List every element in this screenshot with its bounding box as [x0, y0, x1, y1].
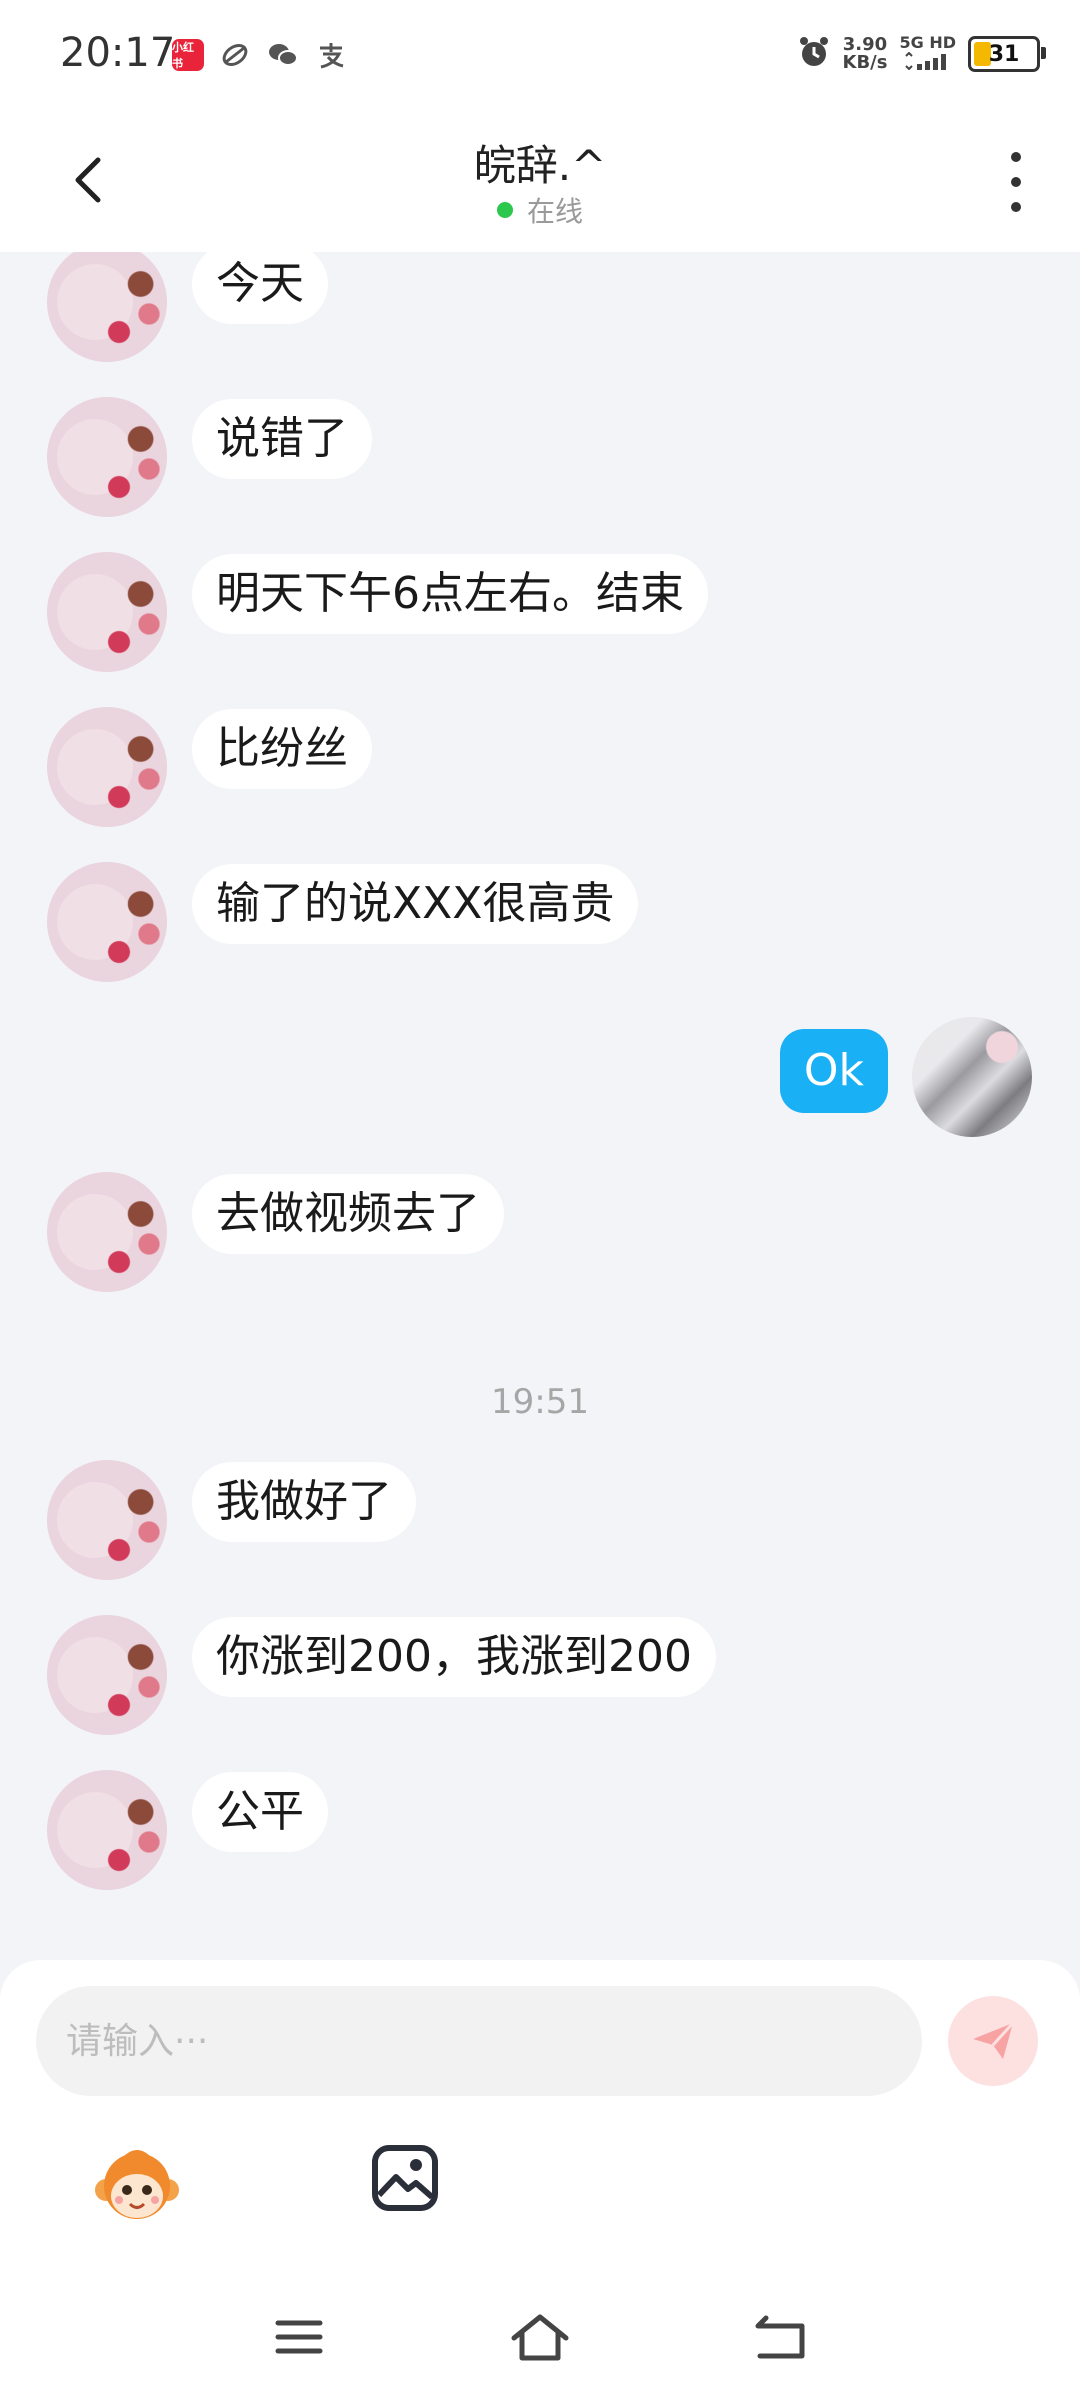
contact-avatar[interactable]: [47, 1460, 167, 1580]
message-bubble[interactable]: 我做好了: [192, 1462, 416, 1542]
message-bubble[interactable]: 明天下午6点左右。结束: [192, 554, 708, 634]
more-options-button[interactable]: [996, 152, 1036, 212]
status-bar: 20:17 小红书 3.90 KB/s 5G HD 31: [0, 0, 1080, 110]
message-bubble[interactable]: 输了的说XXX很高贵: [192, 864, 639, 944]
message-row-received: 今天: [0, 252, 1080, 364]
xiaohongshu-app-icon: 小红书: [172, 39, 204, 71]
time-divider: 19:51: [491, 1382, 589, 1422]
alarm-icon: [797, 35, 831, 73]
battery-level: 31: [988, 41, 1020, 67]
message-bubble[interactable]: 今天: [192, 252, 328, 324]
cellular-signal: 5G HD: [899, 34, 956, 74]
image-icon: [372, 2145, 438, 2211]
signal-bars-icon: [905, 51, 946, 71]
message-row-received: 我做好了: [0, 1460, 1080, 1582]
contact-avatar[interactable]: [47, 862, 167, 982]
link-app-icon: [218, 38, 252, 72]
message-bubble[interactable]: 比纷丝: [192, 709, 372, 789]
emoji-button[interactable]: [92, 2140, 182, 2230]
menu-icon: [275, 2320, 323, 2354]
paper-plane-icon: [973, 2021, 1015, 2059]
contact-avatar[interactable]: [47, 552, 167, 672]
alipay-app-icon: [314, 38, 348, 72]
message-row-received: 去做视频去了: [0, 1172, 1080, 1294]
image-button[interactable]: [370, 2143, 440, 2213]
nav-back-button[interactable]: [745, 2302, 815, 2372]
message-row-received: 输了的说XXX很高贵: [0, 862, 1080, 984]
message-row-received: 公平: [0, 1770, 1080, 1892]
status-right: 3.90 KB/s 5G HD 31: [797, 34, 1046, 74]
message-bubble[interactable]: 你涨到200，我涨到200: [192, 1617, 716, 1697]
message-bubble[interactable]: 去做视频去了: [192, 1174, 504, 1254]
my-avatar[interactable]: [912, 1017, 1032, 1137]
chat-header: 皖辞.^ 在线: [0, 110, 1080, 252]
message-bubble[interactable]: 公平: [192, 1772, 328, 1852]
network-type: 5G HD: [899, 33, 956, 52]
nav-home-button[interactable]: [505, 2302, 575, 2372]
message-bubble[interactable]: Ok: [779, 1029, 888, 1113]
contact-avatar[interactable]: [47, 707, 167, 827]
message-row-received: 比纷丝: [0, 707, 1080, 829]
contact-avatar[interactable]: [47, 1172, 167, 1292]
message-row-received: 说错了: [0, 397, 1080, 519]
nav-menu-button[interactable]: [264, 2302, 334, 2372]
message-list[interactable]: 今天说错了明天下午6点左右。结束 比纷丝输了的说XXX很高贵 Ok 去做视频去了 19:…: [0, 252, 1080, 1962]
contact-avatar[interactable]: [47, 252, 167, 362]
contact-avatar[interactable]: [47, 1615, 167, 1735]
message-row-received: 明天下午6点左右。结束: [0, 552, 1080, 674]
battery-indicator: 31: [968, 36, 1046, 72]
back-icon: [755, 2315, 805, 2359]
home-icon: [511, 2314, 569, 2361]
system-nav-bar: [0, 2280, 1080, 2400]
online-status-text: 在线: [526, 195, 583, 228]
wechat-app-icon: [266, 38, 300, 72]
contact-avatar[interactable]: [47, 397, 167, 517]
message-bubble[interactable]: 说错了: [192, 399, 372, 479]
online-dot-icon: [496, 202, 513, 218]
online-status: 在线: [0, 190, 1080, 230]
monkey-emoji-icon: [95, 2150, 179, 2219]
status-time: 20:17: [60, 30, 176, 76]
contact-avatar[interactable]: [47, 1770, 167, 1890]
notification-icons: 小红书: [172, 38, 348, 72]
more-vertical-icon: [1011, 152, 1021, 162]
contact-name: 皖辞.^: [473, 141, 607, 190]
network-speed: 3.90 KB/s: [843, 36, 888, 72]
message-row-sent: Ok: [0, 1017, 1080, 1139]
send-button[interactable]: [948, 1996, 1038, 2086]
message-row-received: 你涨到200，我涨到200: [0, 1615, 1080, 1737]
network-speed-unit: KB/s: [842, 52, 888, 73]
message-input[interactable]: [36, 1986, 922, 2096]
